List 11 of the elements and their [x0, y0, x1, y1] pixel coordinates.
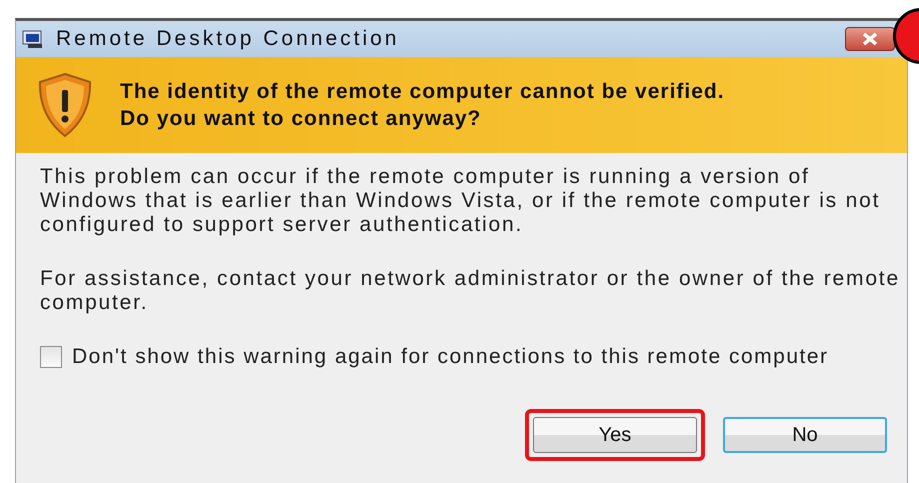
close-button[interactable] [845, 27, 895, 51]
window-title: Remote Desktop Connection [56, 27, 400, 51]
warning-shield-icon [36, 72, 94, 138]
checkbox-label: Don't show this warning again for connections to this remote computer [72, 345, 829, 369]
warning-message: The identity of the remote computer cannot be verified. Do you want to connect anyway? [120, 79, 726, 132]
dialog-button[interactable]: Yes [533, 417, 697, 453]
checkbox[interactable] [40, 346, 62, 368]
dialog-button[interactable]: No [723, 417, 887, 453]
close-icon [861, 32, 879, 46]
body-paragraph: For assistance, contact your network administrator or the owner of the remote computer. [40, 267, 901, 315]
body-paragraph: This problem can occur if the remote computer is running a version of Windows that is earlier than Windows Vista, or if the remote computer is not configured to support server authentication. [40, 165, 882, 237]
